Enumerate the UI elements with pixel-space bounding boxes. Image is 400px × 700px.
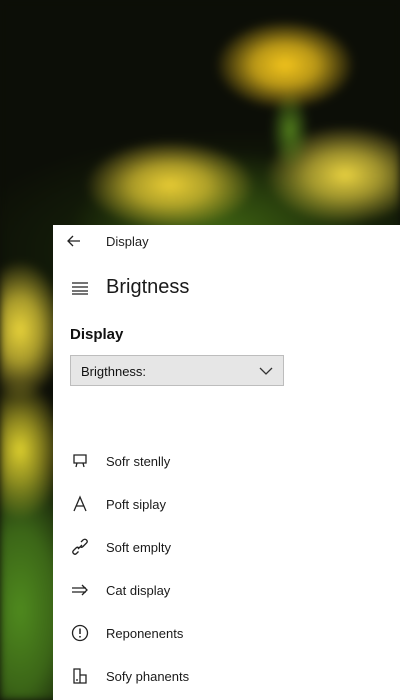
dropdown-selected-value: Brigthness: — [81, 364, 147, 379]
back-arrow-icon — [67, 235, 80, 247]
menu-item-poft-siplay[interactable]: Poft siplay — [53, 488, 400, 520]
hamburger-icon — [72, 282, 88, 295]
brightness-dropdown[interactable]: Brigthness: — [70, 355, 284, 386]
menu-item-label: Poft siplay — [106, 497, 166, 512]
menu-item-label: Reponenents — [106, 626, 184, 641]
menu-item-sofr-stenlly[interactable]: Sofr stenlly — [53, 445, 400, 477]
monitor-icon — [71, 452, 89, 470]
link-icon — [71, 538, 89, 556]
menu-item-label: Sofy phanents — [106, 669, 190, 684]
menu-item-soft-emplty[interactable]: Soft emplty — [53, 531, 400, 563]
window-title: Display — [106, 234, 149, 249]
menu-item-reponenents[interactable]: Reponenents — [53, 617, 400, 649]
page-title: Brigtness — [106, 276, 190, 298]
page-header: Brigtness — [53, 270, 400, 306]
settings-window: Display Brigtness Display Brigthness: So… — [53, 225, 400, 700]
title-bar: Display — [53, 225, 400, 257]
clock-icon — [71, 624, 89, 642]
menu-item-label: Cat display — [106, 583, 171, 598]
menu-item-label: Sofr stenlly — [106, 454, 171, 469]
section-title: Display — [70, 326, 124, 343]
font-icon — [71, 495, 89, 513]
menu-item-sofy-phanents[interactable]: Sofy phanents — [53, 660, 400, 692]
hamburger-menu-button[interactable] — [71, 280, 89, 296]
arrow-right-icon — [71, 581, 89, 599]
back-button[interactable] — [65, 232, 83, 250]
menu-item-cat-display[interactable]: Cat display — [53, 574, 400, 606]
chevron-down-icon — [259, 367, 273, 375]
menu-item-label: Soft emplty — [106, 540, 172, 555]
phone-icon — [71, 667, 89, 685]
